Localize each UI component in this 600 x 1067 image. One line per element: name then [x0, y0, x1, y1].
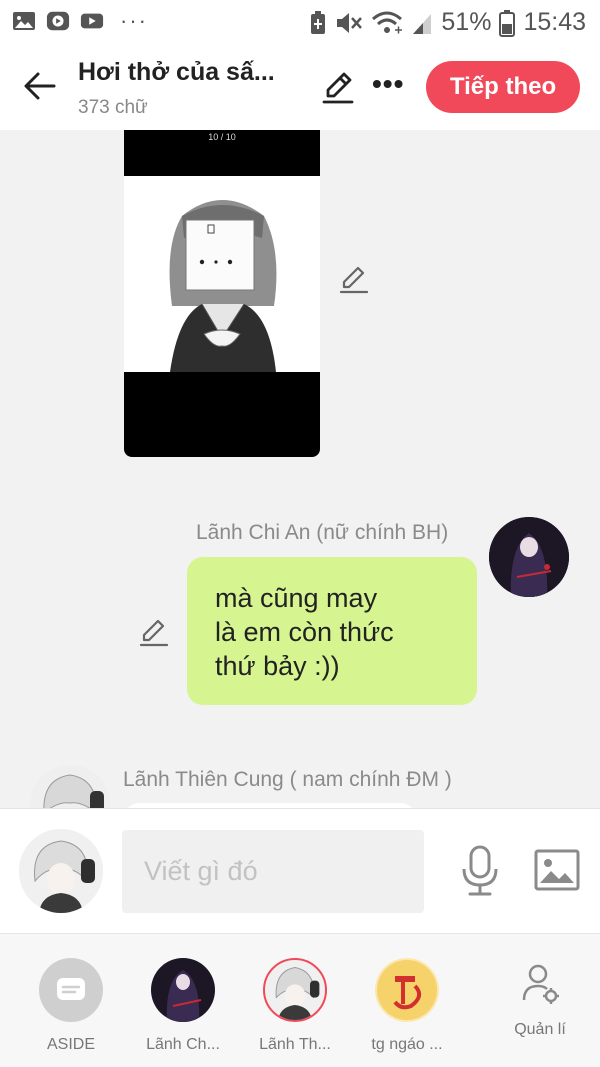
message-line: là em còn thức [215, 617, 394, 647]
word-count: 373 chữ [78, 97, 148, 118]
sender-avatar[interactable] [489, 517, 569, 597]
boy-avatar-icon [275, 967, 320, 1020]
sender-name: Lãnh Thiên Cung ( nam chính ĐM ) [123, 768, 452, 791]
edit-message-icon[interactable] [138, 616, 170, 648]
boy-avatar-icon [30, 765, 110, 808]
girl-with-paper-mask-drawing [169, 200, 277, 372]
battery-saver-icon [311, 10, 326, 34]
back-arrow-icon[interactable] [22, 68, 58, 104]
character-aside[interactable]: ASIDE [21, 958, 121, 1054]
character-switcher: ASIDE Lãnh Ch... Lãnh Th... tg ngáo ... … [0, 933, 600, 1067]
manage-label: Quản lí [514, 1021, 566, 1038]
sender-name: Lãnh Chi An (nữ chính BH) [196, 521, 449, 544]
character-label: ASIDE [46, 1036, 95, 1053]
more-notifications-icon: ··· [120, 8, 148, 33]
character-avatar [151, 958, 215, 1022]
character-lanh-thien-cung[interactable]: Lãnh Th... [245, 958, 345, 1054]
message-line: thứ bảy :)) [215, 651, 340, 681]
battery-icon [499, 9, 516, 37]
manage-users-icon [522, 964, 559, 1004]
microphone-icon[interactable] [458, 845, 502, 897]
character-label: Lãnh Th... [259, 1036, 331, 1053]
edit-message-icon[interactable] [338, 263, 370, 295]
wifi-icon [372, 11, 403, 33]
clock: 15:43 [523, 8, 586, 36]
youtube-studio-icon [46, 11, 70, 31]
message-input[interactable] [122, 830, 424, 913]
aside-avatar [39, 958, 103, 1022]
youtube-icon [80, 13, 104, 29]
chat-area[interactable]: 10 / 10 Lãnh Chi An (nữ chính BH) mà cũn… [0, 130, 600, 808]
message-line: mà cũng may [215, 583, 378, 613]
character-avatar-selected [263, 958, 327, 1022]
system-icons: 51% 15:43 [309, 8, 586, 37]
story-title: Hơi thở của sấ... [78, 58, 275, 86]
manage-characters-button[interactable]: Quản lí [490, 958, 590, 1039]
character-lanh-chi-an[interactable]: Lãnh Ch... [133, 958, 233, 1054]
more-options-button[interactable]: ••• [372, 66, 404, 102]
image-message[interactable]: 10 / 10 [124, 130, 320, 457]
status-bar: ··· 51% 15:43 [0, 0, 600, 46]
next-button[interactable]: Tiếp theo [426, 61, 580, 113]
hammer-sickle-icon [377, 960, 437, 1020]
aside-chat-icon [57, 978, 85, 1000]
story-chat-editor-screen: ··· 51% 15:43 Hơi thở của sấ... 373 chữ … [0, 0, 600, 1067]
character-label: tg ngáo ... [371, 1036, 443, 1053]
edit-title-icon[interactable] [320, 70, 356, 106]
battery-percent: 51% [441, 8, 492, 36]
mute-icon [337, 12, 363, 33]
girl-avatar-icon [489, 517, 569, 597]
message-bubble[interactable]: mà cũng may là em còn thức thứ bảy :)) [187, 557, 477, 705]
character-label: Lãnh Ch... [146, 1036, 220, 1053]
sender-avatar[interactable] [30, 765, 110, 808]
character-avatar [375, 958, 439, 1022]
gallery-icon [13, 12, 35, 30]
notification-icons: ··· [12, 9, 148, 33]
message-composer [0, 808, 600, 933]
character-tg-ngao[interactable]: tg ngáo ... [357, 958, 457, 1054]
current-character-avatar[interactable] [19, 829, 103, 913]
boy-avatar-icon [19, 829, 103, 913]
insert-image-icon[interactable] [534, 849, 580, 891]
image-page-counter: 10 / 10 [208, 132, 236, 142]
image-illustration [124, 176, 320, 372]
top-app-bar: Hơi thở của sấ... 373 chữ ••• Tiếp theo [0, 46, 600, 130]
signal-icon [413, 13, 432, 34]
girl-avatar-icon [166, 970, 202, 1022]
